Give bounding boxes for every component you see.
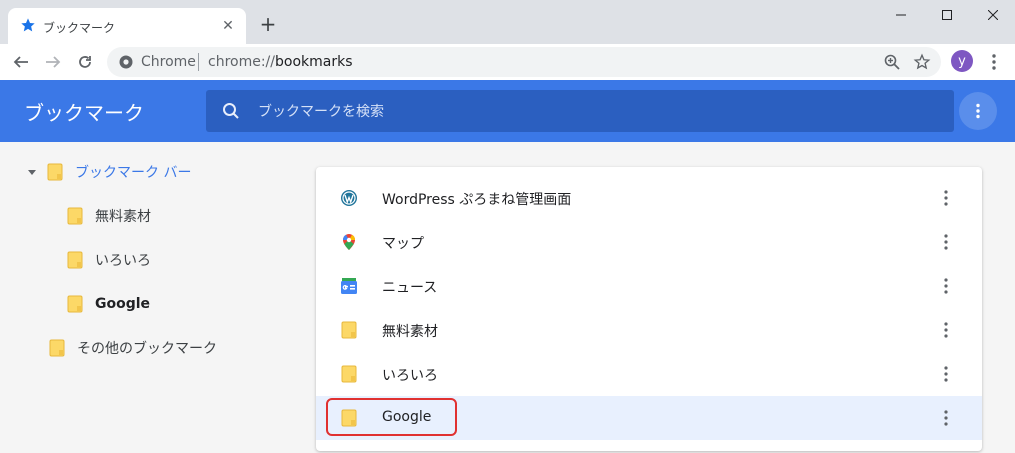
back-button[interactable] xyxy=(9,50,33,74)
tab-title: ブックマーク xyxy=(43,21,116,35)
organize-menu-button[interactable] xyxy=(959,92,997,130)
google-news-icon xyxy=(341,278,357,294)
sidebar-item-label: Google xyxy=(95,296,151,312)
zoom-icon[interactable] xyxy=(883,53,901,71)
window-close-button[interactable] xyxy=(970,0,1015,30)
list-item[interactable]: WordPress ぷろまね管理画面 xyxy=(316,176,982,220)
sidebar-item-label: ブックマーク バー xyxy=(75,165,192,181)
tab-bookmarks[interactable]: ブックマーク ✕ xyxy=(8,8,246,44)
folder-icon xyxy=(67,251,83,269)
search-icon xyxy=(223,103,239,119)
bookmarks-header: ブックマーク xyxy=(0,80,1015,142)
maps-pin-icon xyxy=(343,234,355,250)
reload-button[interactable] xyxy=(73,50,97,74)
address-scheme: chrome:// xyxy=(208,54,275,70)
search-input[interactable] xyxy=(256,100,940,124)
arrow-left-icon xyxy=(13,56,28,68)
address-divider xyxy=(198,53,199,71)
sidebar-item-bookmarks-bar[interactable]: ブックマーク バー xyxy=(27,159,191,185)
folder-icon xyxy=(341,365,357,383)
chrome-menu-icon[interactable] xyxy=(988,53,1000,71)
forward-button[interactable] xyxy=(41,50,65,74)
sidebar-item-google[interactable]: Google xyxy=(67,291,150,317)
star-icon xyxy=(21,18,35,32)
bookmark-title: いろいろ xyxy=(382,368,438,384)
bookmark-title: 無料素材 xyxy=(382,324,438,340)
sidebar-item-label: その他のブックマーク xyxy=(77,341,217,357)
chrome-icon xyxy=(119,55,133,69)
list-item[interactable]: いろいろ xyxy=(316,352,982,396)
more-vert-icon[interactable] xyxy=(942,410,950,426)
list-item[interactable]: マップ xyxy=(316,220,982,264)
folder-icon xyxy=(67,207,83,225)
caret-down-icon[interactable] xyxy=(27,167,37,177)
more-vert-icon xyxy=(976,103,980,119)
bookmark-star-icon[interactable] xyxy=(913,53,931,71)
more-vert-icon[interactable] xyxy=(942,366,950,382)
wordpress-icon xyxy=(341,190,357,206)
list-item[interactable]: 無料素材 xyxy=(316,308,982,352)
sidebar-item-label: いろいろ xyxy=(95,253,151,269)
new-tab-button[interactable]: + xyxy=(258,12,278,36)
more-vert-icon[interactable] xyxy=(942,278,950,294)
minimize-button[interactable] xyxy=(878,0,924,30)
minimize-icon xyxy=(896,14,906,16)
more-vert-icon[interactable] xyxy=(942,234,950,250)
sidebar-item-other-bookmarks[interactable]: その他のブックマーク xyxy=(49,335,217,361)
bookmark-title: マップ xyxy=(382,236,424,252)
close-icon[interactable]: ✕ xyxy=(218,16,238,36)
address-url: chrome://bookmarks xyxy=(208,54,353,70)
browser-toolbar: Chrome chrome://bookmarks xyxy=(0,44,1015,80)
folder-icon xyxy=(341,321,357,339)
address-host: bookmarks xyxy=(275,54,353,70)
more-vert-icon[interactable] xyxy=(942,322,950,338)
address-site-label: Chrome xyxy=(141,54,196,70)
profile-avatar[interactable]: y xyxy=(951,50,973,72)
bookmark-title: WordPress ぷろまね管理画面 xyxy=(382,192,572,208)
sidebar-item-label: 無料素材 xyxy=(95,209,151,225)
window-close-icon xyxy=(988,10,998,20)
folder-icon xyxy=(47,163,63,181)
more-vert-icon[interactable] xyxy=(942,190,950,206)
arrow-right-icon xyxy=(46,56,61,68)
maximize-icon xyxy=(942,10,952,20)
reload-icon xyxy=(79,56,91,68)
folder-icon xyxy=(49,339,65,357)
list-item[interactable]: ニュース xyxy=(316,264,982,308)
sidebar-item-iroiro[interactable]: いろいろ xyxy=(67,247,151,273)
page-title: ブックマーク xyxy=(24,101,144,125)
annotation-highlight xyxy=(326,398,457,436)
address-bar[interactable]: Chrome chrome://bookmarks xyxy=(107,47,941,77)
maximize-button[interactable] xyxy=(924,0,970,30)
folder-icon xyxy=(67,295,83,313)
bookmark-title: ニュース xyxy=(382,280,438,296)
sidebar-item-free-materials[interactable]: 無料素材 xyxy=(67,203,151,229)
search-box[interactable] xyxy=(206,90,954,132)
title-bar: ブックマーク ✕ + xyxy=(0,0,1015,44)
